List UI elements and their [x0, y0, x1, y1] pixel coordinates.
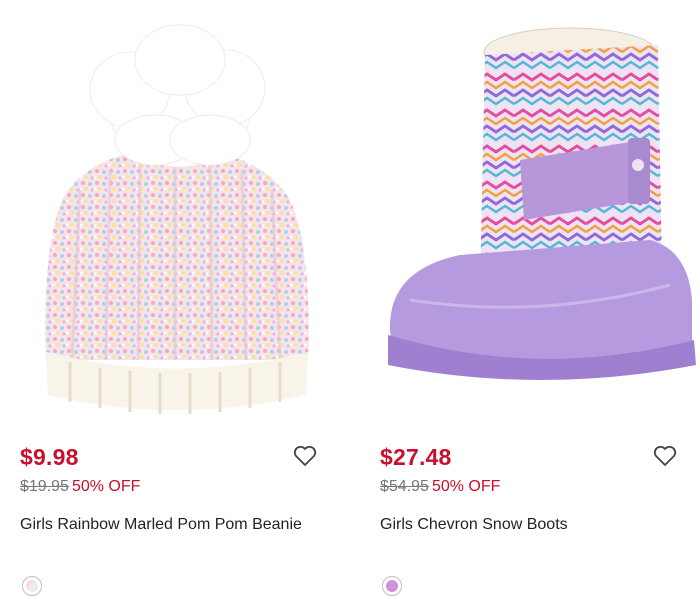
product-name[interactable]: Girls Rainbow Marled Pom Pom Beanie — [20, 516, 302, 534]
discount-label: 50% OFF — [71, 478, 141, 495]
sale-price: $9.98 — [20, 444, 79, 470]
favorite-heart-icon[interactable] — [292, 444, 318, 468]
product-grid: $9.98 $19.95 50% OFF Girls Rainbow Marled… — [0, 0, 700, 599]
favorite-heart-icon[interactable] — [652, 444, 678, 468]
snow-boot-image[interactable] — [370, 0, 700, 420]
product-name[interactable]: Girls Chevron Snow Boots — [380, 516, 568, 534]
price-row: $54.95 50% OFF — [380, 478, 500, 496]
product-card-beanie[interactable]: $9.98 $19.95 50% OFF Girls Rainbow Marled… — [10, 0, 350, 599]
discount-label: 50% OFF — [431, 478, 501, 495]
beanie-image[interactable] — [10, 0, 350, 420]
color-swatch[interactable] — [22, 576, 42, 596]
price-row: $19.95 50% OFF — [20, 478, 140, 496]
original-price: $19.95 — [20, 478, 69, 495]
swatch-color-dot — [386, 580, 398, 592]
sale-price: $27.48 — [380, 444, 452, 470]
color-swatch[interactable] — [382, 576, 402, 596]
swatch-color-dot — [26, 580, 38, 592]
product-card-snow-boots[interactable]: $27.48 $54.95 50% OFF Girls Chevron Snow … — [370, 0, 700, 599]
original-price: $54.95 — [380, 478, 429, 495]
